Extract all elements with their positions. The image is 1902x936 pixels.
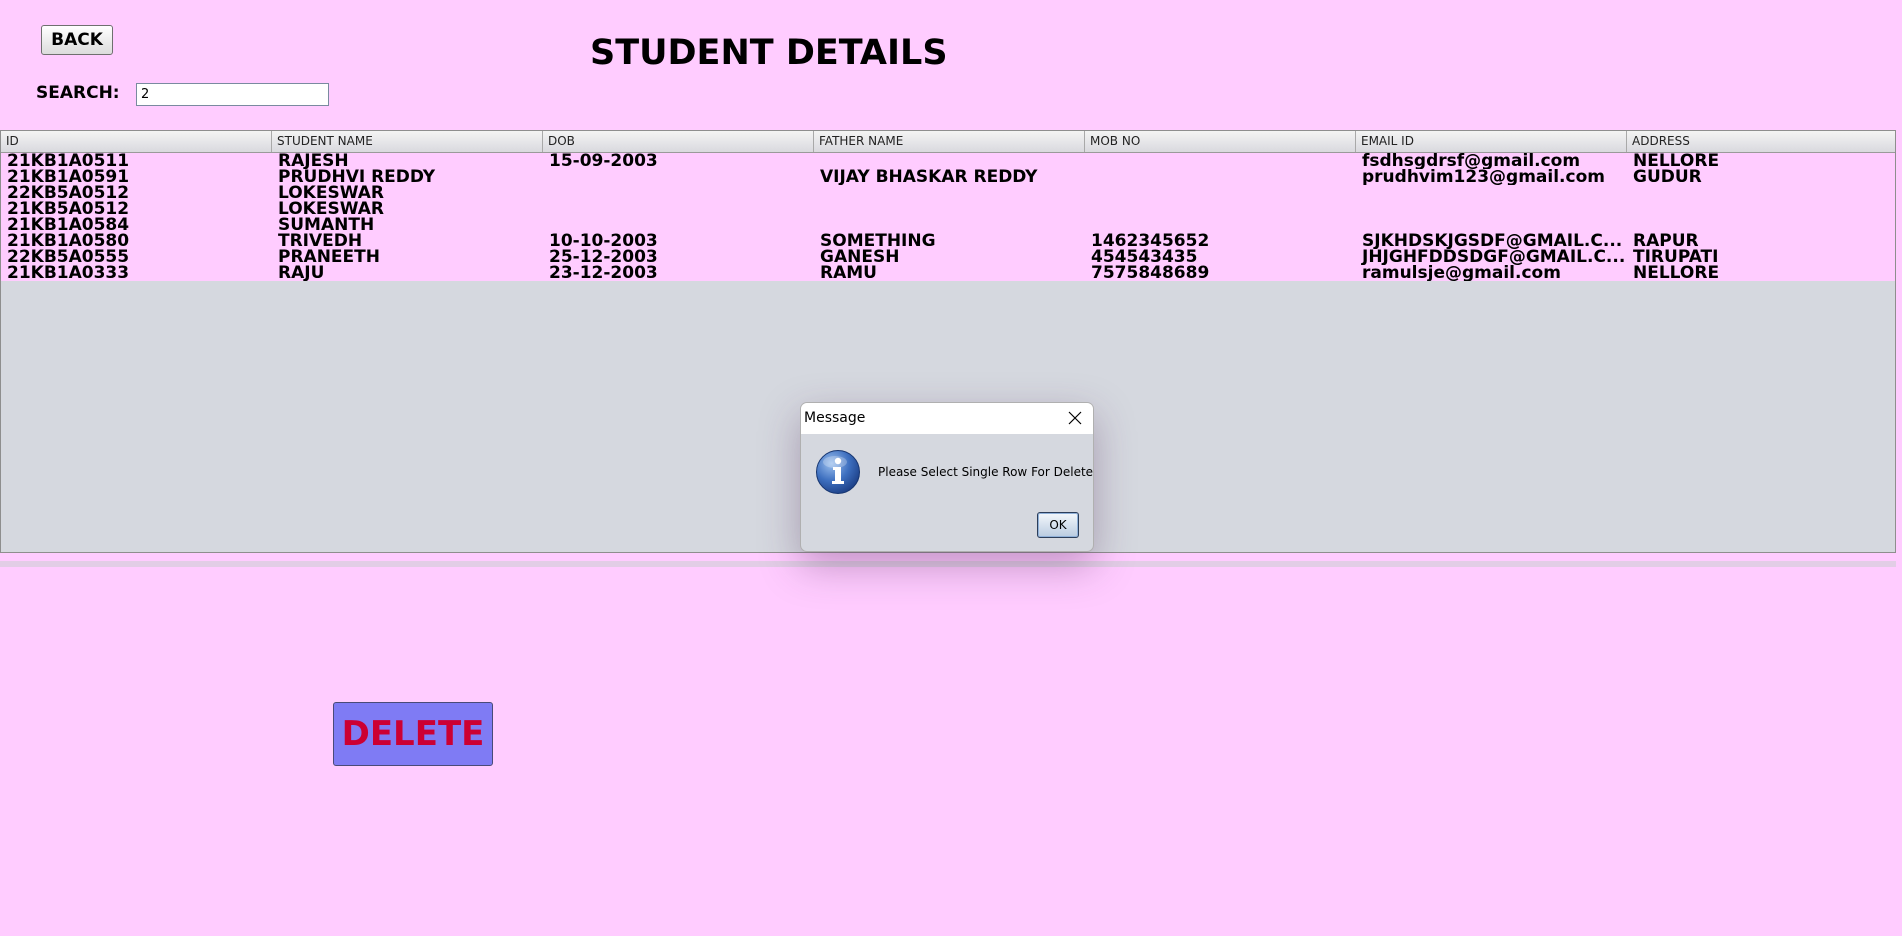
table-cell: 21KB1A0591 — [7, 169, 130, 185]
table-cell: RAJESH — [278, 153, 349, 169]
table-cell — [1085, 153, 1356, 169]
table-cell: 21KB1A0333 — [7, 265, 130, 281]
table-cell: GANESH — [820, 249, 900, 265]
table-cell: 21KB1A0511 — [7, 153, 130, 169]
close-icon[interactable] — [1065, 408, 1085, 428]
table-body: 21KB1A0511 RAJESH 15-09-2003 fsdhsgdrsf@gma… — [1, 153, 1895, 281]
table-cell: RAJU — [278, 265, 325, 281]
table-cell — [543, 185, 814, 201]
column-header[interactable]: ID — [1, 131, 272, 152]
table-cell: 7575848689 — [1091, 265, 1210, 281]
table-cell: JHJGHFDDSDGF@GMAIL.C... — [1362, 249, 1626, 265]
table-row[interactable]: 21KB1A0580 TRIVEDH 10-10-2003 SOMETHING 1462… — [1, 233, 1895, 249]
split-divider[interactable] — [0, 561, 1896, 567]
info-icon — [815, 449, 861, 495]
table-cell: 23-12-2003 — [549, 265, 658, 281]
table-cell: NELLORE — [1633, 153, 1720, 169]
table-cell: fsdhsgdrsf@gmail.com — [1362, 153, 1581, 169]
table-cell: RAPUR — [1633, 233, 1699, 249]
search-label: SEARCH: — [36, 83, 120, 103]
table-cell: TRIVEDH — [278, 233, 363, 249]
table-cell — [814, 185, 1085, 201]
table-cell: NELLORE — [1633, 265, 1720, 281]
column-header[interactable]: ADDRESS — [1627, 131, 1895, 152]
table-row[interactable]: 21KB1A0511 RAJESH 15-09-2003 fsdhsgdrsf@gma… — [1, 153, 1895, 169]
page-title: STUDENT DETAILS — [590, 33, 948, 73]
table-cell: RAMU — [820, 265, 877, 281]
ok-button[interactable]: OK — [1037, 512, 1079, 538]
column-header[interactable]: DOB — [543, 131, 814, 152]
table-cell — [814, 153, 1085, 169]
table-row[interactable]: 21KB1A0591 PRUDHVI REDDY VIJAY BHASKAR RED… — [1, 169, 1895, 185]
table-cell — [1356, 185, 1627, 201]
table-cell: 10-10-2003 — [549, 233, 658, 249]
table-row[interactable]: 22KB5A0555 PRANEETH 25-12-2003 GANESH 454543… — [1, 249, 1895, 265]
table-cell — [1356, 217, 1627, 233]
table-cell — [814, 201, 1085, 217]
table-cell — [1627, 185, 1895, 201]
table-cell: 25-12-2003 — [549, 249, 658, 265]
table-cell: ramulsje@gmail.com — [1362, 265, 1561, 281]
table-cell: 22KB5A0555 — [7, 249, 130, 265]
column-header[interactable]: EMAIL ID — [1356, 131, 1627, 152]
table-cell: GUDUR — [1633, 169, 1702, 185]
table-cell: 21KB5A0512 — [7, 201, 130, 217]
search-input[interactable] — [136, 83, 329, 106]
table-cell: VIJAY BHASKAR REDDY — [820, 169, 1038, 185]
table-row[interactable]: 21KB5A0512 LOKESWAR — [1, 201, 1895, 217]
table-cell — [543, 201, 814, 217]
dialog-title: Message — [804, 410, 866, 426]
table-cell — [1085, 217, 1356, 233]
table-cell — [1356, 201, 1627, 217]
dialog-titlebar[interactable]: Message — [801, 403, 1093, 434]
table-cell: LOKESWAR — [278, 201, 384, 217]
table-cell — [1085, 185, 1356, 201]
table-cell — [1627, 201, 1895, 217]
table-cell: 454543435 — [1091, 249, 1198, 265]
table-cell: PRUDHVI REDDY — [278, 169, 436, 185]
table-row[interactable]: 21KB1A0333 RAJU 23-12-2003 RAMU 7575848689 ra… — [1, 265, 1895, 281]
back-button[interactable]: BACK — [41, 25, 113, 55]
dialog-message: Please Select Single Row For Delete — [878, 465, 1094, 479]
table-cell: PRANEETH — [278, 249, 380, 265]
table-cell: SOMETHING — [820, 233, 936, 249]
delete-button[interactable]: DELETE — [333, 702, 493, 766]
table-cell — [1085, 169, 1356, 185]
table-cell — [543, 217, 814, 233]
table-cell: TIRUPATI — [1633, 249, 1719, 265]
table-cell: SJKHDSKJGSDF@GMAIL.C... — [1362, 233, 1623, 249]
table-cell: 21KB1A0580 — [7, 233, 130, 249]
message-dialog: Message Please Select Single Row For Del… — [800, 402, 1094, 552]
table-cell — [543, 169, 814, 185]
table-cell: 21KB1A0584 — [7, 217, 130, 233]
table-row[interactable]: 21KB1A0584 SUMANTH — [1, 217, 1895, 233]
table-cell — [1627, 217, 1895, 233]
column-header[interactable]: MOB NO — [1085, 131, 1356, 152]
table-cell: 22KB5A0512 — [7, 185, 130, 201]
table-cell: SUMANTH — [278, 217, 375, 233]
table-cell: LOKESWAR — [278, 185, 384, 201]
table-row[interactable]: 22KB5A0512 LOKESWAR — [1, 185, 1895, 201]
table-cell — [814, 217, 1085, 233]
table-cell: prudhvim123@gmail.com — [1362, 169, 1605, 185]
column-header[interactable]: FATHER NAME — [814, 131, 1085, 152]
column-header[interactable]: STUDENT NAME — [272, 131, 543, 152]
table-cell — [1085, 201, 1356, 217]
table-header: ID STUDENT NAME DOB FATHER NAME MOB NO EMAIL … — [1, 131, 1895, 153]
table-cell: 1462345652 — [1091, 233, 1210, 249]
table-cell: 15-09-2003 — [549, 153, 658, 169]
